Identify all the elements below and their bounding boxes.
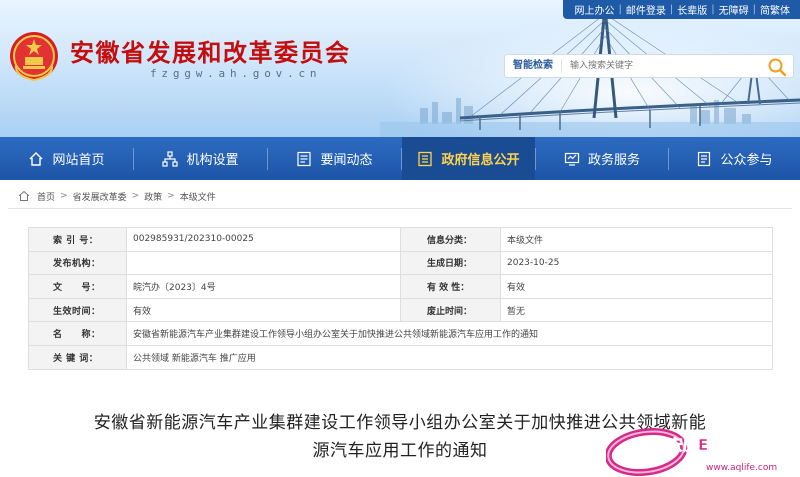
table-row: 索 引 号： 002985931/202310-00025 信息分类： 本级文件 — [28, 227, 773, 252]
created-date-value: 2023-10-25 — [500, 250, 773, 276]
search-input[interactable] — [562, 57, 758, 75]
table-row: 关 键 词： 公共领域 新能源汽车 推广应用 — [28, 344, 773, 370]
breadcrumb: 首页 > 省发展改革委 > 政策 > 本级文件 — [8, 187, 792, 205]
effective-date-label: 生效时间： — [28, 297, 127, 323]
toplink-accessibility[interactable]: 无障碍 — [715, 2, 753, 17]
nav-item-gov-info-public[interactable]: 政府信息公开 — [402, 137, 535, 180]
nav-item-participation[interactable]: 公众参与 — [669, 137, 800, 180]
doc-name-label: 名 称： — [28, 321, 127, 346]
search-label[interactable]: 智能检索 — [505, 59, 562, 73]
breadcrumb-home-icon — [18, 190, 30, 201]
document-info-table: 索 引 号： 002985931/202310-00025 信息分类： 本级文件… — [28, 227, 773, 370]
validity-label: 有 效 性： — [400, 274, 501, 299]
watermark-url: www.aqlife.com — [706, 463, 777, 473]
keywords-value: 公共领域 新能源汽车 推广应用 — [126, 344, 773, 370]
toplink-online-office[interactable]: 网上办公 — [571, 2, 619, 17]
nav-item-news[interactable]: 要闻动态 — [268, 137, 401, 180]
top-utility-links: 网上办公 | 邮件登录 | 长辈版 | 无障碍 | 简繁体 — [562, 0, 800, 19]
doc-no-value: 皖汽办〔2023〕4号 — [126, 274, 401, 299]
index-no-label: 索 引 号： — [28, 227, 127, 252]
national-emblem-icon — [10, 32, 58, 82]
search-box: 智能检索 — [504, 54, 794, 78]
nav-item-label: 政府信息公开 — [441, 153, 520, 168]
breadcrumb-arrow: > — [131, 191, 140, 201]
publisher-value — [126, 250, 401, 276]
breadcrumb-current[interactable]: 本级文件 — [180, 190, 216, 203]
breadcrumb-commission[interactable]: 省发展改革委 — [73, 190, 127, 203]
doc-no-label: 文 号： — [28, 274, 127, 299]
nav-item-home[interactable]: 网站首页 — [0, 137, 133, 180]
table-row: 文 号： 皖汽办〔2023〕4号 有 效 性： 有效 — [28, 274, 773, 299]
category-value: 本级文件 — [500, 227, 773, 252]
index-no-value: 002985931/202310-00025 — [126, 227, 401, 252]
category-label: 信息分类： — [400, 227, 501, 252]
toplink-elder-version[interactable]: 长辈版 — [673, 2, 711, 17]
toplink-mail-login[interactable]: 邮件登录 — [622, 2, 670, 17]
site-domain: fzggw.ah.gov.cn — [150, 67, 322, 80]
service-icon — [564, 152, 580, 166]
nav-item-label: 政务服务 — [587, 153, 640, 168]
home-icon — [29, 151, 43, 166]
nav-item-label: 要闻动态 — [320, 153, 373, 168]
nav-item-label: 机构设置 — [186, 153, 239, 168]
breadcrumb-arrow: > — [167, 191, 175, 201]
nav-item-services[interactable]: 政务服务 — [536, 137, 668, 180]
breadcrumb-policy[interactable]: 政策 — [144, 190, 162, 203]
breadcrumb-home[interactable]: 首页 — [37, 190, 55, 203]
effective-date-value: 有效 — [126, 297, 401, 323]
org-icon — [162, 150, 179, 167]
news-icon — [297, 151, 312, 166]
header-banner: 安徽省发展和改革委员会 fzggw.ah.gov.cn 网上办公 | 邮件登录 … — [0, 0, 800, 137]
repeal-date-label: 废止时间： — [400, 297, 501, 323]
aqlife-watermark-logo: 安庆E网生活 www.aqlife.com — [606, 428, 777, 476]
nav-item-organization[interactable]: 机构设置 — [134, 137, 267, 180]
publisher-label: 发布机构： — [28, 250, 127, 276]
search-icon[interactable] — [767, 57, 787, 77]
watermark-text: 安庆E网生活 — [668, 436, 753, 454]
info-icon — [418, 151, 433, 166]
breadcrumb-arrow: > — [60, 191, 68, 201]
table-row: 生效时间： 有效 废止时间： 暂无 — [28, 297, 773, 323]
validity-value: 有效 — [500, 274, 773, 299]
nav-item-label: 公众参与 — [720, 153, 773, 168]
breadcrumb-divider — [8, 208, 792, 209]
table-row: 名 称： 安徽省新能源汽车产业集群建设工作领导小组办公室关于加快推进公共领域新能… — [28, 321, 773, 346]
toplink-simplified-traditional[interactable]: 简繁体 — [756, 2, 794, 17]
doc-name-value: 安徽省新能源汽车产业集群建设工作领导小组办公室关于加快推进公共领域新能源汽车应用… — [126, 321, 773, 346]
keywords-label: 关 键 词： — [28, 344, 127, 370]
created-date-label: 生成日期： — [400, 250, 501, 276]
nav-item-label: 网站首页 — [52, 153, 105, 168]
table-row: 发布机构： 生成日期： 2023-10-25 — [28, 250, 773, 276]
participate-icon — [698, 151, 711, 166]
main-nav: 网站首页 机构设置 要闻动态 政府信息公开 政务服务 公众参与 — [0, 137, 800, 180]
repeal-date-value: 暂无 — [500, 297, 773, 323]
site-title: 安徽省发展和改革委员会 — [70, 39, 351, 67]
